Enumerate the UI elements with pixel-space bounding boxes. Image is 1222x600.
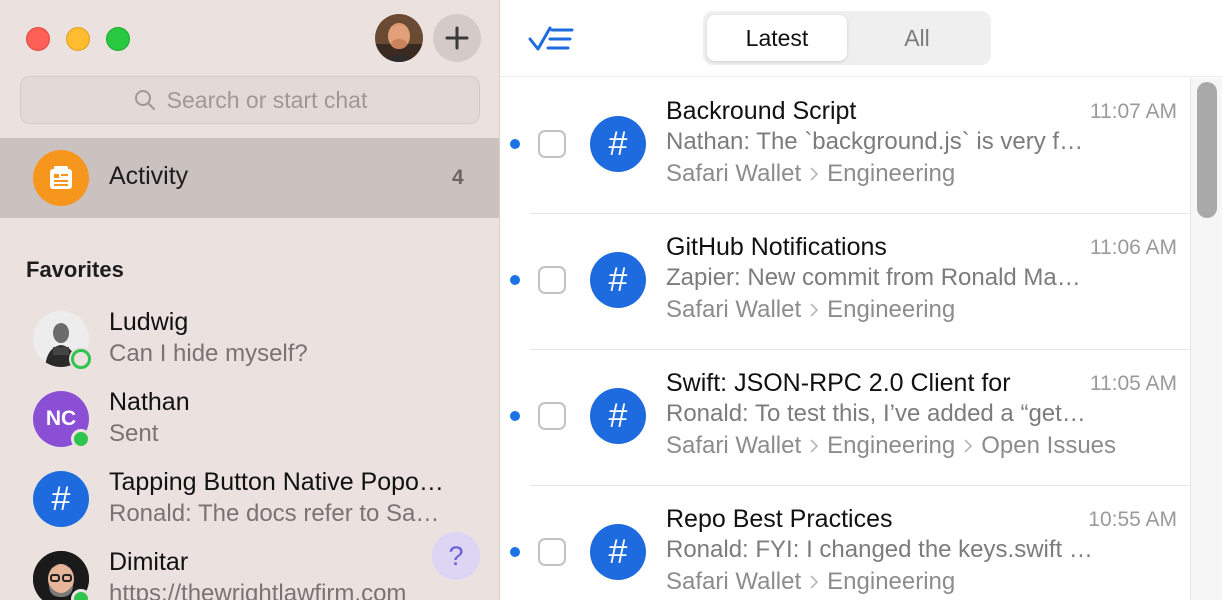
channel-last-message: Ronald: The docs refer to Sa… [109,500,440,527]
hashtag-icon: # [590,252,646,308]
thread-list: # Backround Script 11:07 AM Nathan: The … [500,78,1190,600]
channel-avatar: # [33,471,89,527]
user-avatar[interactable] [375,14,423,62]
main-pane: Latest All # Backround Script 11:07 AM N… [500,0,1222,600]
hashtag-icon: # [590,524,646,580]
new-chat-button[interactable] [433,14,481,62]
unread-dot [510,547,520,557]
channel-name: Tapping Button Native Popo… [109,468,444,496]
thread-item[interactable]: # GitHub Notifications 11:06 AM Zapier: … [500,214,1190,350]
thread-breadcrumb: Safari Wallet Engineering Open Issues [666,432,1116,460]
hashtag-icon: # [590,116,646,172]
chevron-right-icon [810,303,819,317]
thread-time: 11:07 AM [1089,100,1177,123]
sidebar: Search or start chat Activity 4 Favorite… [0,0,500,600]
avatar [33,311,91,369]
toolbar: Latest All [500,0,1222,77]
breadcrumb-item: Safari Wallet [666,432,802,459]
feed-segmented-control: Latest All [703,11,991,65]
activity-label: Activity [109,162,189,190]
avatar: NC [33,391,91,449]
presence-indicator [71,429,91,449]
contact-name: Ludwig [109,308,189,336]
contact-last-message: Sent [109,420,159,447]
avatar [33,551,91,600]
breadcrumb-item: Safari Wallet [666,568,802,595]
favorite-contact-ludwig[interactable]: Ludwig Can I hide myself? [0,303,499,383]
chevron-right-icon [810,575,819,589]
breadcrumb-item: Safari Wallet [666,160,802,187]
presence-indicator [71,589,91,600]
thread-item[interactable]: # Swift: JSON-RPC 2.0 Client for 11:05 A… [500,350,1190,486]
thread-preview: Nathan: The `background.js` is very f… [666,128,1084,155]
breadcrumb-item: Engineering [827,432,956,459]
thread-checkbox[interactable] [538,130,566,158]
thread-breadcrumb: Safari Wallet Engineering [666,296,955,324]
activity-count-badge: 4 [452,166,464,189]
scrollbar[interactable] [1190,78,1222,600]
tab-all[interactable]: All [847,15,987,61]
thread-time: 10:55 AM [1088,508,1177,531]
search-input[interactable]: Search or start chat [20,76,480,124]
unread-dot [510,411,520,421]
thread-item[interactable]: # Repo Best Practices 10:55 AM Ronald: F… [500,486,1190,600]
unread-dot [510,139,520,149]
favorite-channel-tapping-button[interactable]: # Tapping Button Native Popo… Ronald: Th… [0,463,499,543]
contact-last-message: Can I hide myself? [109,340,308,367]
check-list-icon[interactable] [528,24,574,54]
thread-time: 11:05 AM [1089,372,1177,395]
search-placeholder: Search or start chat [166,86,368,113]
search-icon [134,90,155,110]
chevron-right-icon [810,167,819,181]
contact-last-message: https://thewrightlawfirm.com [109,580,407,600]
zoom-window-button[interactable] [106,27,130,51]
favorites-header: Favorites [26,257,124,282]
thread-item[interactable]: # Backround Script 11:07 AM Nathan: The … [500,78,1190,214]
thread-title: Repo Best Practices [666,505,893,533]
favorite-contact-dimitar[interactable]: Dimitar https://thewrightlawfirm.com [0,543,499,600]
help-button[interactable]: ? [432,532,480,580]
hashtag-icon: # [51,479,71,518]
unread-dot [510,275,520,285]
hashtag-icon: # [590,388,646,444]
thread-checkbox[interactable] [538,538,566,566]
breadcrumb-item: Open Issues [981,432,1117,459]
chevron-right-icon [964,439,973,453]
thread-title: GitHub Notifications [666,233,887,261]
breadcrumb-item: Engineering [827,160,956,187]
breadcrumb-item: Engineering [827,568,956,595]
contact-name: Dimitar [109,548,189,576]
breadcrumb-item: Safari Wallet [666,296,802,323]
favorite-contact-nathan[interactable]: NC Nathan Sent [0,383,499,463]
thread-title: Backround Script [666,97,857,125]
scrollbar-thumb[interactable] [1197,82,1217,218]
tab-latest[interactable]: Latest [707,15,847,61]
presence-indicator [71,349,91,369]
avatar-initials: NC [45,407,77,430]
breadcrumb-item: Engineering [827,296,956,323]
chevron-right-icon [810,439,819,453]
thread-time: 11:06 AM [1089,236,1177,259]
activity-icon [33,150,89,206]
contact-name: Nathan [109,388,190,416]
close-window-button[interactable] [26,27,50,51]
thread-checkbox[interactable] [538,402,566,430]
thread-breadcrumb: Safari Wallet Engineering [666,160,955,188]
thread-preview: Ronald: To test this, I’ve added a “get… [666,400,1086,427]
thread-breadcrumb: Safari Wallet Engineering [666,568,955,596]
thread-preview: Ronald: FYI: I changed the keys.swift … [666,536,1093,563]
user-avatar-image [375,14,423,62]
thread-title: Swift: JSON-RPC 2.0 Client for [666,369,1011,397]
thread-checkbox[interactable] [538,266,566,294]
minimize-window-button[interactable] [66,27,90,51]
thread-preview: Zapier: New commit from Ronald Ma… [666,264,1081,291]
plus-icon [445,26,469,50]
